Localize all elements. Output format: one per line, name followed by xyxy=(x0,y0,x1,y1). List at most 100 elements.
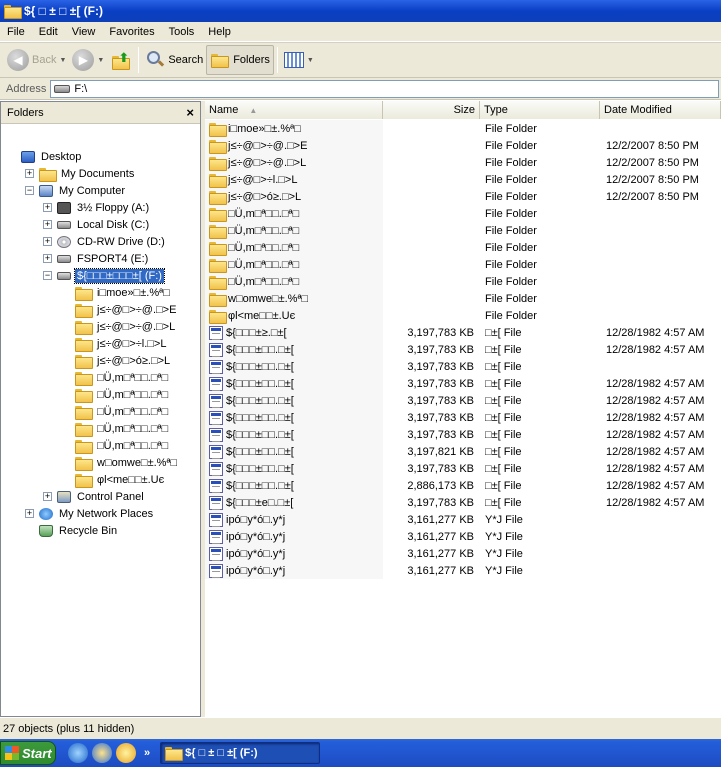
tree-item[interactable]: + My Documents xyxy=(25,165,136,182)
expand-icon[interactable]: + xyxy=(25,169,34,178)
tree-item[interactable]: − My Computer xyxy=(25,182,127,199)
menu-file[interactable]: File xyxy=(0,26,32,38)
expand-icon[interactable]: + xyxy=(43,237,52,246)
internet-explorer-icon[interactable] xyxy=(92,743,112,763)
tree-item[interactable]: + FSPORT4 (E:) xyxy=(43,250,150,267)
back-button[interactable]: ◀ Back ▼ xyxy=(4,45,69,75)
file-row[interactable]: ${□□□±□□.□±[3,197,783 KB □±[ File 12/28/19… xyxy=(205,341,721,358)
file-row[interactable]: ${□□□±□□.□±[3,197,783 KB □±[ File 12/28/19… xyxy=(205,426,721,443)
file-row[interactable]: ${□□□±□□.□±[3,197,783 KB □±[ File xyxy=(205,358,721,375)
file-row[interactable]: ${□□□±≥.□±[3,197,783 KB □±[ File 12/28/198… xyxy=(205,324,721,341)
file-type: File Folder xyxy=(485,156,537,169)
tree-item[interactable]: □Ü,m□ª□□.□ª□ xyxy=(75,403,170,420)
folders-button[interactable]: Folders xyxy=(206,45,274,75)
tree-item[interactable]: j≤÷@□>÷@.□>L xyxy=(75,318,177,335)
file-row[interactable]: ipó□y*ó□.y*j 3,161,277 KB Y*J File xyxy=(205,528,721,545)
show-desktop-icon[interactable] xyxy=(68,743,88,763)
tree-item[interactable]: □Ü,m□ª□□.□ª□ xyxy=(75,369,170,386)
file-row[interactable]: ipó□y*ó□.y*j 3,161,277 KB Y*J File xyxy=(205,562,721,579)
file-row[interactable]: ${□□□±□□.□±[3,197,783 KB □±[ File 12/28/19… xyxy=(205,375,721,392)
close-icon[interactable]: × xyxy=(186,105,194,120)
taskbar-item-explorer[interactable]: ${ □ ± □ ±[ (F:) xyxy=(160,742,321,764)
file-name: ipó□y*ó□.y*j xyxy=(226,513,286,526)
file-row[interactable]: j≤÷@□>÷@.□>E File Folder 12/2/2007 8:50 PM xyxy=(205,137,721,154)
tree-item[interactable]: − ${□□□±□□□±[ (F:) xyxy=(43,267,165,284)
file-type: □±[ File xyxy=(485,360,522,373)
tree-item[interactable]: w□omwe□±.%ª□ xyxy=(75,454,179,471)
tree-item[interactable]: +3½ Floppy (A:) xyxy=(43,199,151,216)
tree-item[interactable]: φl<me□□±.Uє xyxy=(75,471,166,488)
tree-item[interactable]: i□moe»□±.%ª□ xyxy=(75,284,172,301)
search-button[interactable]: Search xyxy=(142,45,206,75)
menu-tools[interactable]: Tools xyxy=(162,26,202,38)
file-icon xyxy=(209,495,223,510)
file-row[interactable]: w□omwe□±.%ª□ File Folder xyxy=(205,290,721,307)
file-row[interactable]: φl<me□□±.Uє File Folder xyxy=(205,307,721,324)
tree-item[interactable]: + CD-RW Drive (D:) xyxy=(43,233,167,250)
menu-edit[interactable]: Edit xyxy=(32,26,65,38)
collapse-icon[interactable]: − xyxy=(43,271,52,280)
file-row[interactable]: i□moe»□±.%ª□ File Folder xyxy=(205,120,721,137)
taskbar: Start » ${ □ ± □ ±[ (F:) xyxy=(0,739,721,767)
tree-item[interactable]: Desktop xyxy=(21,148,83,165)
tree-item[interactable]: + Local Disk (C:) xyxy=(43,216,151,233)
menu-favorites[interactable]: Favorites xyxy=(102,26,161,38)
file-row[interactable]: ${□□□±□□.□±[2,886,173 KB □±[ File 12/28/19… xyxy=(205,477,721,494)
tree-item[interactable]: □Ü,m□ª□□.□ª□ xyxy=(75,437,170,454)
menu-view[interactable]: View xyxy=(65,26,103,38)
folder-icon xyxy=(39,167,57,182)
tree-item[interactable]: j≤÷@□>÷@.□>E xyxy=(75,301,178,318)
file-row[interactable]: j≤÷@□>ó≥.□>L File Folder 12/2/2007 8:50 PM xyxy=(205,188,721,205)
tree-item[interactable]: j≤÷@□>÷l.□>L xyxy=(75,335,168,352)
file-row[interactable]: ipó□y*ó□.y*j 3,161,277 KB Y*J File xyxy=(205,511,721,528)
file-row[interactable]: ${□□□±□□.□±[3,197,783 KB □±[ File 12/28/19… xyxy=(205,460,721,477)
column-type[interactable]: Type xyxy=(480,101,600,119)
expand-icon[interactable]: + xyxy=(43,254,52,263)
file-row[interactable]: □Ü,m□ª□□.□ª□ File Folder xyxy=(205,256,721,273)
up-folder-button[interactable]: ⬆ xyxy=(107,45,135,75)
file-name: j≤÷@□>ó≥.□>L xyxy=(228,190,302,203)
disk-icon xyxy=(57,220,71,229)
menu-help[interactable]: Help xyxy=(201,26,238,38)
file-row[interactable]: ipó□y*ó□.y*j 3,161,277 KB Y*J File xyxy=(205,545,721,562)
expand-icon[interactable]: + xyxy=(43,203,52,212)
file-row[interactable]: ${□□□±□□.□±[3,197,783 KB □±[ File 12/28/19… xyxy=(205,409,721,426)
title-bar[interactable]: ${ □ ± □ ±[ (F:) xyxy=(0,0,721,22)
column-size[interactable]: Size xyxy=(383,101,480,119)
tree-item-label: i□moe»□±.%ª□ xyxy=(97,286,170,299)
forward-dropdown-icon[interactable]: ▼ xyxy=(97,57,104,64)
tree-item[interactable]: Recycle Bin xyxy=(39,522,119,539)
quicklaunch-chevron-icon[interactable]: » xyxy=(144,747,150,759)
folder-icon xyxy=(75,405,93,420)
address-input[interactable]: F:\ xyxy=(50,79,719,98)
expand-icon[interactable]: + xyxy=(43,492,52,501)
expand-icon[interactable]: + xyxy=(43,220,52,229)
back-dropdown-icon[interactable]: ▼ xyxy=(59,57,66,64)
views-button[interactable]: ▼ xyxy=(281,45,317,75)
collapse-icon[interactable]: − xyxy=(25,186,34,195)
tree-item[interactable]: □Ü,m□ª□□.□ª□ xyxy=(75,386,170,403)
file-row[interactable]: □Ü,m□ª□□.□ª□ File Folder xyxy=(205,273,721,290)
file-row[interactable]: j≤÷@□>÷l.□>L File Folder 12/2/2007 8:50 PM xyxy=(205,171,721,188)
desktop-icon xyxy=(21,150,35,163)
column-name[interactable]: Name ▲ xyxy=(205,101,383,119)
file-row[interactable]: □Ü,m□ª□□.□ª□ File Folder xyxy=(205,239,721,256)
tree-item[interactable]: □Ü,m□ª□□.□ª□ xyxy=(75,420,170,437)
file-row[interactable]: ${□□□±e□.□±[3,197,783 KB □±[ File 12/28/19… xyxy=(205,494,721,511)
file-date-modified: 12/2/2007 8:50 PM xyxy=(606,139,699,152)
file-row[interactable]: ${□□□±□□.□±[3,197,821 KB □±[ File 12/28/19… xyxy=(205,443,721,460)
tree-item[interactable]: j≤÷@□>ó≥.□>L xyxy=(75,352,172,369)
tree-item[interactable]: + Control Panel xyxy=(43,488,146,505)
media-player-icon[interactable] xyxy=(116,743,136,763)
file-date-modified: 12/28/1982 4:57 AM xyxy=(606,377,705,390)
tree-item[interactable]: + My Network Places xyxy=(25,505,155,522)
forward-button[interactable]: ▶ ▼ xyxy=(69,45,107,75)
file-row[interactable]: ${□□□±□□.□±[3,197,783 KB □±[ File 12/28/19… xyxy=(205,392,721,409)
file-date-modified: 12/2/2007 8:50 PM xyxy=(606,173,699,186)
expand-icon[interactable]: + xyxy=(25,509,34,518)
file-row[interactable]: □Ü,m□ª□□.□ª□ File Folder xyxy=(205,205,721,222)
start-button[interactable]: Start xyxy=(0,741,56,765)
column-date-modified[interactable]: Date Modified xyxy=(600,101,721,119)
file-row[interactable]: □Ü,m□ª□□.□ª□ File Folder xyxy=(205,222,721,239)
file-row[interactable]: j≤÷@□>÷@.□>L File Folder 12/2/2007 8:50 PM xyxy=(205,154,721,171)
